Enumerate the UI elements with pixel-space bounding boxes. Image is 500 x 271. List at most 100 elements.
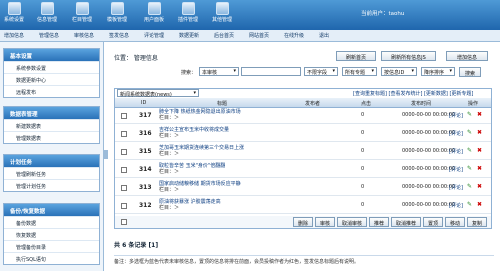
table-select[interactable]: 新闻系统数据表(news) xyxy=(117,89,199,98)
recommend-button[interactable]: 推荐 xyxy=(369,217,389,227)
system-settings-button[interactable]: 系统设置 xyxy=(3,2,25,23)
sidebar-item-sql[interactable]: 执行SQL语句 xyxy=(4,252,99,264)
review-button[interactable]: 审核 xyxy=(315,217,335,227)
search-review-select[interactable]: 本审核 xyxy=(199,67,239,76)
refresh-home-button[interactable]: 刷新首页 xyxy=(336,51,376,61)
row-comment-link[interactable]: [评论] xyxy=(449,202,463,209)
info-table: 新闻系统数据表(news) [查询重复标题] [查看发布统计] [更新数据] [… xyxy=(114,88,492,229)
row-title[interactable]: 国家启动储粮移储 期货市场反应平静 栏目：＞ xyxy=(159,181,241,193)
sub-navigation: 增加信息 管理信息 审核信息 签发信息 评论管理 数据更新 后台首页 网站首页 … xyxy=(0,30,500,42)
sidebar-item-restore[interactable]: 恢复数据 xyxy=(4,228,99,240)
sidebar-group-title[interactable]: 数据表管理 xyxy=(4,107,99,119)
sidebar-item-plan-tasks[interactable]: 管理计划任务 xyxy=(4,179,99,191)
row-title[interactable]: 原油将获暴涨 沪胶震荡走高 栏目：＞ xyxy=(159,199,221,211)
table-row[interactable]: 314 取粒皆辛苦 玉米"身价"倍翻翻 栏目：＞ 0 0000-00-00 00:00:… xyxy=(115,162,491,178)
row-checkbox[interactable] xyxy=(121,113,127,119)
delete-button[interactable]: 删除 xyxy=(293,217,313,227)
sidebar-item-refresh-tasks[interactable]: 管理刷新任务 xyxy=(4,167,99,179)
subnav-online-upgrade[interactable]: 在线升级 xyxy=(284,32,304,39)
row-time: 0000-00-00 00:00:00 xyxy=(402,202,456,208)
subnav-admin-home[interactable]: 后台首页 xyxy=(214,32,234,39)
row-id: 313 xyxy=(139,184,152,191)
table-row[interactable]: 316 吉祥公主宣布玉米中收将成交量 栏目：＞ 0 0000-00-00 00:00:0… xyxy=(115,126,491,142)
info-manage-button[interactable]: 信息管理 xyxy=(36,2,58,23)
row-comment-link[interactable]: [评论] xyxy=(449,184,463,191)
document-icon xyxy=(40,2,54,15)
row-title[interactable]: 芝加哥玉米期货连续第三个交易日上涨 栏目：＞ xyxy=(159,145,244,157)
subnav-review-info[interactable]: 审核信息 xyxy=(74,32,94,39)
template-manage-button[interactable]: 模板管理 xyxy=(106,2,128,23)
location: 位置： 管理信息 xyxy=(114,55,158,62)
edit-icon[interactable]: ✎ xyxy=(467,129,472,136)
search-field-select[interactable]: 不限字段 xyxy=(304,67,338,76)
table-row[interactable]: 317 肺全下降 热纸热金网隐退出原油市场 栏目：＞ 0 0000-00-00 00:0… xyxy=(115,108,491,124)
subnav-sign-info[interactable]: 签发信息 xyxy=(109,32,129,39)
edit-icon[interactable]: ✎ xyxy=(467,165,472,172)
col-id: ID xyxy=(141,100,147,106)
delete-icon[interactable]: ✖ xyxy=(477,147,482,154)
row-checkbox[interactable] xyxy=(121,131,127,137)
column-manage-button[interactable]: 栏目管理 xyxy=(71,2,93,23)
search-button[interactable]: 搜索 xyxy=(459,67,481,77)
sidebar-group-title[interactable]: 备份/恢复数据 xyxy=(4,204,99,216)
subnav-logout[interactable]: 退出 xyxy=(319,32,329,39)
table-row[interactable]: 315 芝加哥玉米期货连续第三个交易日上涨 栏目：＞ 0 0000-00-00 00:0… xyxy=(115,144,491,160)
sidebar-item-manage-tables[interactable]: 管理数据表 xyxy=(4,131,99,143)
sidebar-item-backup[interactable]: 备份数据 xyxy=(4,216,99,228)
sort-field-select[interactable]: 按信息ID xyxy=(381,67,417,76)
subnav-site-home[interactable]: 网站首页 xyxy=(249,32,269,39)
delete-icon[interactable]: ✖ xyxy=(477,201,482,208)
row-checkbox[interactable] xyxy=(121,149,127,155)
sidebar-collapse-handle[interactable] xyxy=(103,150,108,159)
sidebar-group-title[interactable]: 基本设置 xyxy=(4,49,99,61)
order-select[interactable]: 降序排序 xyxy=(421,67,455,76)
row-comment-link[interactable]: [评论] xyxy=(449,166,463,173)
subnav-manage-info[interactable]: 管理信息 xyxy=(39,32,59,39)
subnav-data-update[interactable]: 数据更新 xyxy=(179,32,199,39)
refresh-all-js-button[interactable]: 刷新所有信息JS xyxy=(381,51,436,61)
select-all-checkbox[interactable] xyxy=(121,219,127,225)
row-checkbox[interactable] xyxy=(121,167,127,173)
add-info-button[interactable]: 增加信息 xyxy=(446,51,488,61)
row-id: 312 xyxy=(139,202,152,209)
edit-icon[interactable]: ✎ xyxy=(467,147,472,154)
row-title[interactable]: 肺全下降 热纸热金网隐退出原油市场 栏目：＞ xyxy=(159,109,241,121)
cancel-recommend-button[interactable]: 取消推荐 xyxy=(391,217,421,227)
topic-select[interactable]: 所有专题 xyxy=(342,67,377,76)
sidebar-item-system-params[interactable]: 系统参数设置 xyxy=(4,61,99,73)
delete-icon[interactable]: ✖ xyxy=(477,129,482,136)
sidebar-item-remote-publish[interactable]: 远程发布 xyxy=(4,85,99,97)
table-links[interactable]: [查询重复标题] [查看发布统计] [更新数据] [更新专题] xyxy=(353,90,473,97)
subnav-add-info[interactable]: 增加信息 xyxy=(4,32,24,39)
row-comment-link[interactable]: [评论] xyxy=(449,148,463,155)
plugin-manage-button[interactable]: 插件管理 xyxy=(177,2,199,23)
sidebar-group-title[interactable]: 计划任务 xyxy=(4,155,99,167)
row-comment-link[interactable]: [评论] xyxy=(449,112,463,119)
cancel-review-button[interactable]: 取消审核 xyxy=(337,217,367,227)
row-id: 316 xyxy=(139,130,152,137)
sidebar-item-backup-dir[interactable]: 管理备份目录 xyxy=(4,240,99,252)
table-row[interactable]: 312 原油将获暴涨 沪胶震荡走高 栏目：＞ 0 0000-00-00 00:00:00… xyxy=(115,198,491,214)
delete-icon[interactable]: ✖ xyxy=(477,111,482,118)
subnav-comments[interactable]: 评论管理 xyxy=(144,32,164,39)
delete-icon[interactable]: ✖ xyxy=(477,183,482,190)
delete-icon[interactable]: ✖ xyxy=(477,165,482,172)
search-input[interactable] xyxy=(241,67,301,76)
move-button[interactable]: 移动 xyxy=(445,217,465,227)
row-comment-link[interactable]: [评论] xyxy=(449,130,463,137)
row-title[interactable]: 取粒皆辛苦 玉米"身价"倍翻翻 栏目：＞ xyxy=(159,163,225,175)
sticky-button[interactable]: 置顶 xyxy=(423,217,443,227)
user-panel-button[interactable]: 用户面板 xyxy=(143,2,165,23)
copy-button[interactable]: 复制 xyxy=(467,217,487,227)
sidebar-item-new-table[interactable]: 新建数据表 xyxy=(4,119,99,131)
other-manage-button[interactable]: 其他管理 xyxy=(211,2,233,23)
table-row[interactable]: 313 国家启动储粮移储 期货市场反应平静 栏目：＞ 0 0000-00-00 00:0… xyxy=(115,180,491,196)
row-checkbox[interactable] xyxy=(121,185,127,191)
col-publisher: 发布者 xyxy=(305,101,321,107)
edit-icon[interactable]: ✎ xyxy=(467,111,472,118)
row-title[interactable]: 吉祥公主宣布玉米中收将成交量 栏目：＞ xyxy=(159,127,229,139)
edit-icon[interactable]: ✎ xyxy=(467,201,472,208)
row-checkbox[interactable] xyxy=(121,203,127,209)
edit-icon[interactable]: ✎ xyxy=(467,183,472,190)
sidebar-item-data-center[interactable]: 数据更新中心 xyxy=(4,73,99,85)
